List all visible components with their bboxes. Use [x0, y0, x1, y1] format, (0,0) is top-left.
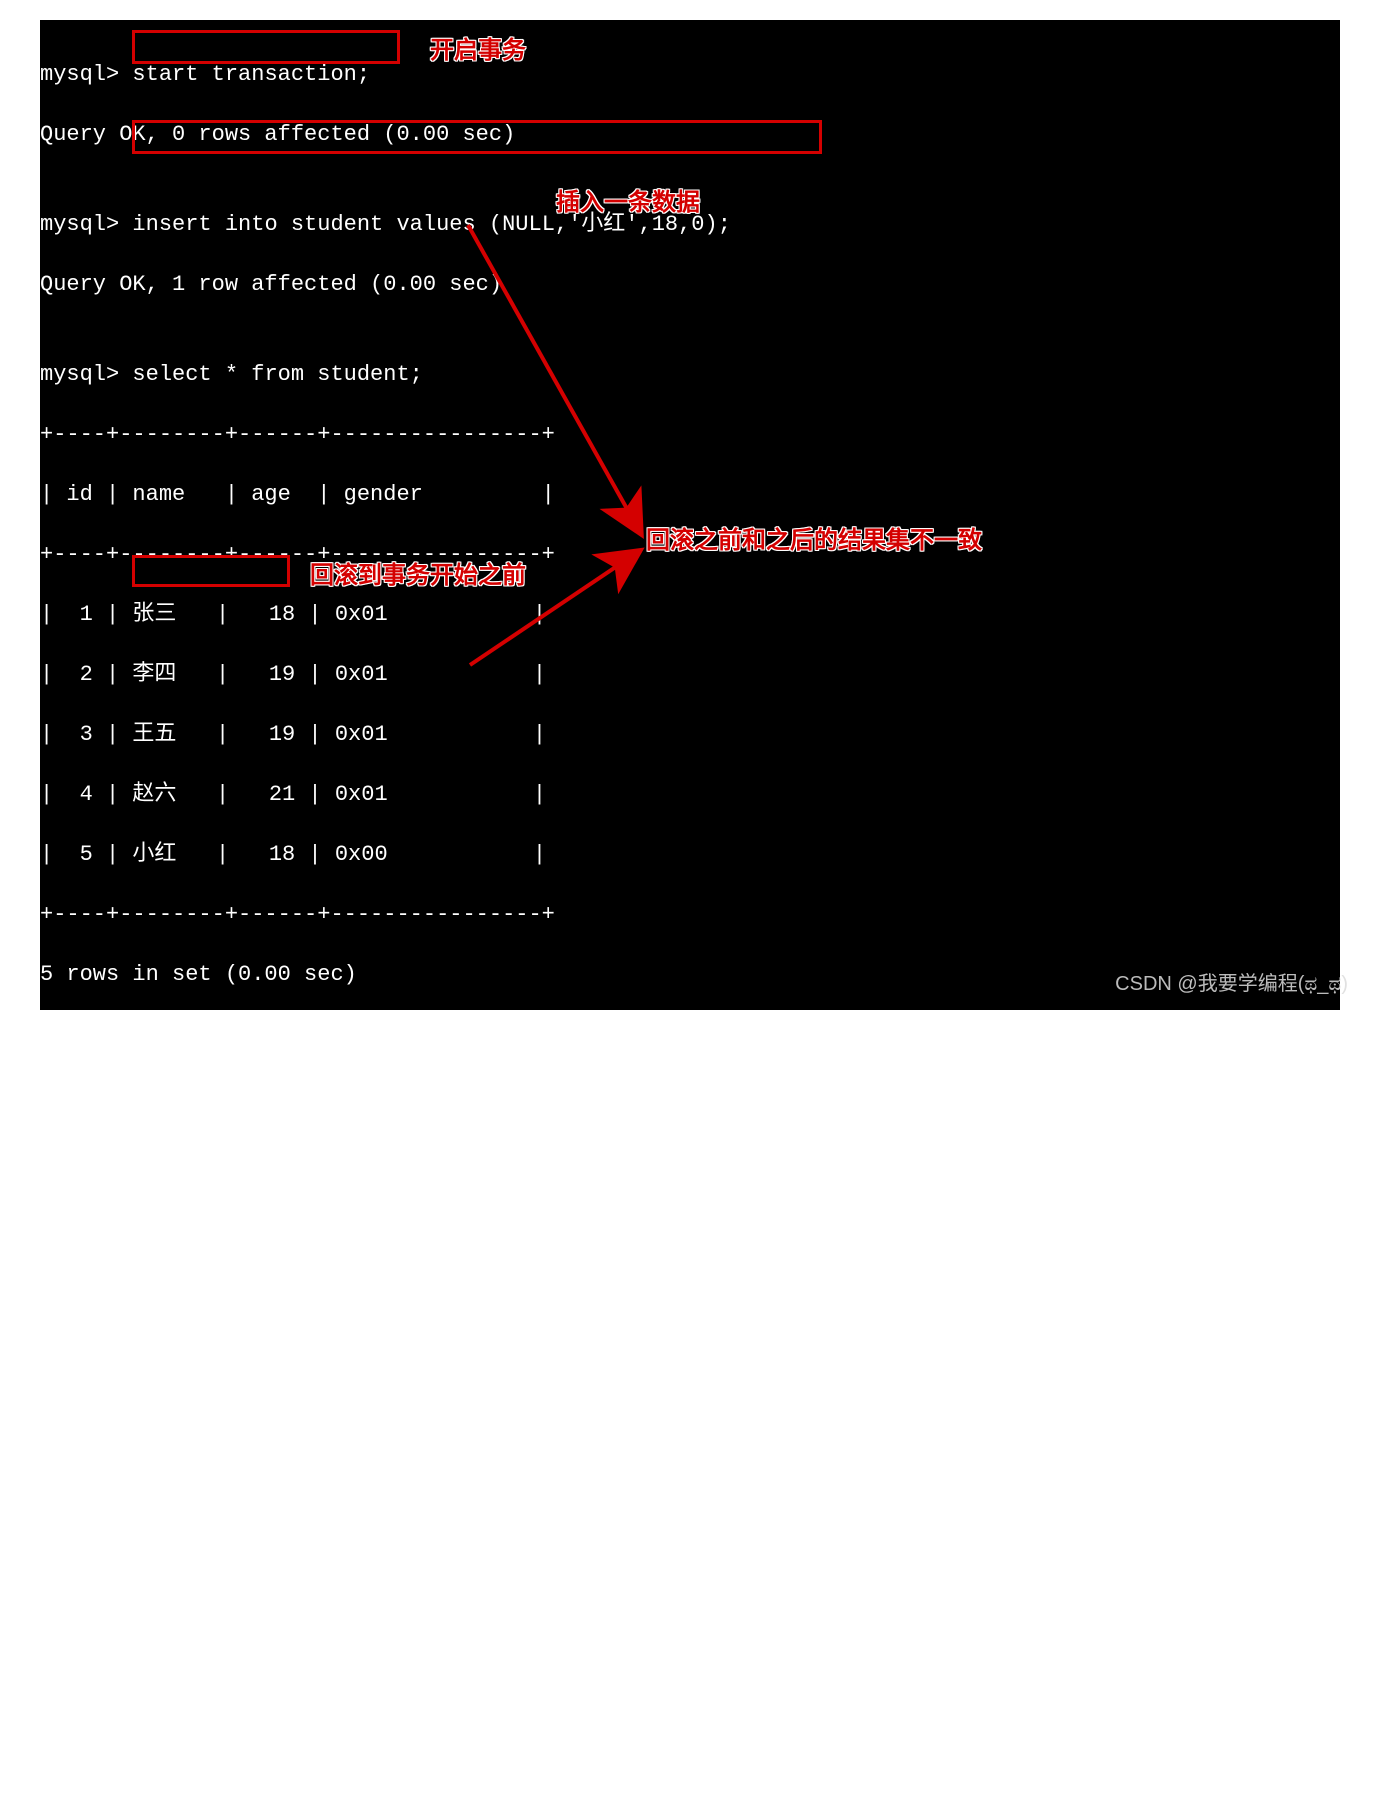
- mysql-prompt: mysql>: [40, 212, 132, 237]
- annotation-start-tx: 开启事务: [430, 30, 526, 65]
- table-row: | 5 | 小红 | 18 | 0x00 |: [40, 840, 1340, 870]
- mysql-prompt: mysql>: [40, 1052, 132, 1077]
- table-header: | id | name | age | gender |: [40, 1320, 1340, 1350]
- table-row: | 3 | 王五 | 19 | 0x01 |: [40, 720, 1340, 750]
- table-sep: +----+--------+------+----------------+: [40, 420, 1340, 450]
- cmd-start-transaction: start transaction;: [132, 62, 370, 87]
- table-sep: +----+--------+------+----------------+: [40, 1680, 1340, 1710]
- table-row: | 3 | 王五 | 19 | 0x01 |: [40, 1560, 1340, 1590]
- table-row: | 4 | 赵六 | 21 | 0x01 |: [40, 780, 1340, 810]
- prompt-line-5: mysql> select * from student;: [40, 1200, 1340, 1230]
- result-rows-4: 4 rows in set (0.00 sec): [40, 1740, 1340, 1770]
- table-sep: +----+--------+------+----------------+: [40, 1380, 1340, 1410]
- table-row: | 1 | 张三 | 18 | 0x01 |: [40, 600, 1340, 630]
- prompt-line-4: mysql> rollback;: [40, 1050, 1340, 1080]
- annotation-diff: 回滚之前和之后的结果集不一致: [646, 520, 982, 555]
- cmd-select-2: select * from student;: [132, 1202, 422, 1227]
- table-sep: +----+--------+------+----------------+: [40, 900, 1340, 930]
- response-ok-0b: Query OK, 0 rows affected (0.00 sec): [40, 1110, 1340, 1140]
- mysql-terminal: mysql> start transaction; Query OK, 0 ro…: [40, 20, 1340, 1010]
- prompt-line-3: mysql> select * from student;: [40, 360, 1340, 390]
- cmd-rollback: rollback;: [132, 1052, 251, 1077]
- watermark: CSDN @我要学编程(ಥ_ಥ): [1115, 967, 1348, 996]
- table-row: | 2 | 李四 | 19 | 0x01 |: [40, 1500, 1340, 1530]
- highlight-insert: [132, 120, 822, 154]
- table-header: | id | name | age | gender |: [40, 480, 1340, 510]
- highlight-rollback: [132, 555, 290, 587]
- response-ok-1: Query OK, 1 row affected (0.00 sec): [40, 270, 1340, 300]
- table-row: | 2 | 李四 | 19 | 0x01 |: [40, 660, 1340, 690]
- annotation-insert: 插入一条数据: [556, 182, 700, 217]
- table-row: | 1 | 张三 | 18 | 0x01 |: [40, 1440, 1340, 1470]
- annotation-rollback: 回滚到事务开始之前: [310, 555, 526, 590]
- table-sep: +----+--------+------+----------------+: [40, 1260, 1340, 1290]
- table-row: | 4 | 赵六 | 21 | 0x01 |: [40, 1620, 1340, 1650]
- mysql-prompt: mysql>: [40, 1202, 132, 1227]
- prompt-line-1: mysql> start transaction;: [40, 60, 1340, 90]
- mysql-prompt: mysql>: [40, 362, 132, 387]
- cmd-select-1: select * from student;: [132, 362, 422, 387]
- mysql-prompt: mysql>: [40, 62, 132, 87]
- highlight-start-transaction: [132, 30, 400, 64]
